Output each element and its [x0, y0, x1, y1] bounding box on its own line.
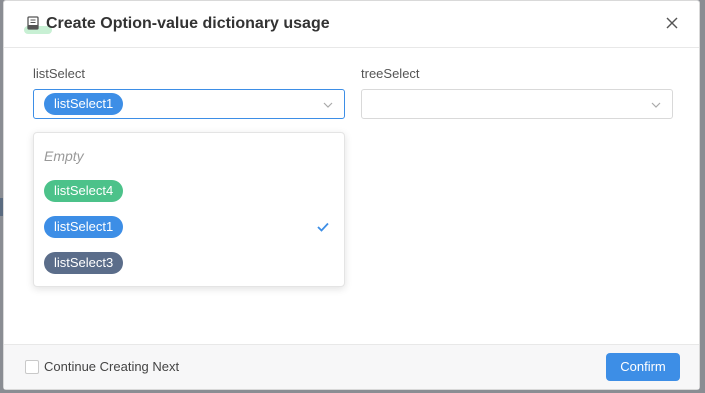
option-tag: listSelect3	[44, 252, 124, 274]
checkmark-icon	[317, 222, 329, 232]
list-select-label: listSelect	[33, 66, 86, 81]
tree-select-label: treeSelect	[361, 66, 420, 81]
continue-creating-checkbox[interactable]	[25, 360, 39, 374]
list-select-input[interactable]: listSelect1	[33, 89, 345, 119]
chevron-down-icon	[651, 102, 661, 108]
option-tag: listSelect1	[44, 216, 124, 238]
tree-select-input[interactable]	[361, 89, 673, 119]
dialog-footer: Continue Creating Next Confirm	[4, 344, 699, 389]
close-icon[interactable]	[663, 14, 681, 32]
document-icon	[24, 16, 52, 34]
continue-creating-label[interactable]: Continue Creating Next	[44, 359, 179, 374]
selected-tag[interactable]: listSelect1	[44, 93, 124, 115]
option-item[interactable]: listSelect4	[34, 173, 344, 209]
option-item[interactable]: listSelect1	[34, 209, 344, 245]
chevron-down-icon	[323, 102, 333, 108]
confirm-button[interactable]: Confirm	[606, 353, 680, 381]
list-select-dropdown: Empty listSelect4 listSelect1 listSelect…	[33, 132, 345, 287]
create-dialog: Create Option-value dictionary usage lis…	[3, 0, 700, 390]
dialog-title: Create Option-value dictionary usage	[46, 15, 330, 32]
option-tag: listSelect4	[44, 180, 124, 202]
empty-option[interactable]: Empty	[44, 148, 84, 164]
dialog-header: Create Option-value dictionary usage	[4, 1, 699, 48]
option-item[interactable]: listSelect3	[34, 245, 344, 281]
